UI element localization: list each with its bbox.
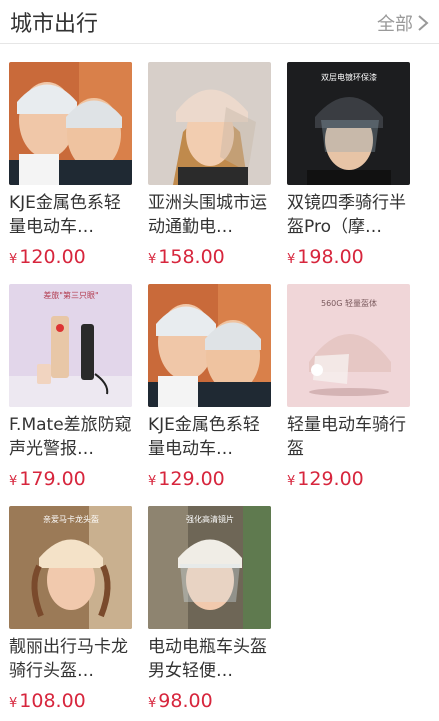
product-card[interactable]: 560G 轻量盔体 轻量电动车骑行盔 ¥129.00 bbox=[287, 284, 410, 506]
product-title[interactable]: 轻量电动车骑行盔 bbox=[287, 413, 410, 461]
page: 城市出行 全部 KJE金属色系轻量电动车… ¥ 120.00 亚洲头围城市运动通… bbox=[0, 0, 439, 721]
section-title: 城市出行 bbox=[10, 12, 99, 37]
price-value: 158.00 bbox=[158, 246, 225, 268]
product-title[interactable]: KJE金属色系轻量电动车… bbox=[9, 191, 132, 239]
currency-symbol: ¥ bbox=[9, 696, 18, 711]
currency-symbol: ¥ bbox=[148, 252, 157, 267]
product-card[interactable]: 差旅"第三只眼" F.Mate差旅防窥声光警报… ¥179.00 bbox=[9, 284, 132, 506]
image-caption: 差旅"第三只眼" bbox=[43, 290, 98, 300]
image-caption: 双层电镀环保漆 bbox=[321, 72, 377, 82]
product-price: ¥198.00 bbox=[287, 246, 410, 271]
product-price: ¥158.00 bbox=[148, 246, 271, 271]
product-price: ¥120.00 bbox=[9, 246, 132, 271]
product-card[interactable]: 强化高清镜片 电动电瓶车头盔男女轻便… ¥98.00 bbox=[148, 506, 271, 721]
price-value: 108.00 bbox=[19, 690, 86, 712]
product-card[interactable]: KJE金属色系轻量电动车… ¥129.00 bbox=[148, 284, 271, 506]
product-title[interactable]: KJE金属色系轻量电动车… bbox=[148, 413, 271, 461]
currency-symbol: ¥ bbox=[148, 696, 157, 711]
price-value: 98.00 bbox=[158, 690, 213, 712]
product-image-helmet-woman-macaron[interactable]: 亲爱马卡龙头盔 bbox=[9, 506, 132, 629]
product-image-helmet-pink[interactable]: 560G 轻量盔体 bbox=[287, 284, 410, 407]
currency-symbol: ¥ bbox=[287, 474, 296, 489]
product-card[interactable]: 亲爱马卡龙头盔 靓丽出行马卡龙骑行头盔… ¥108.00 bbox=[9, 506, 132, 721]
product-card[interactable]: 双层电镀环保漆 双镜四季骑行半盔Pro（摩… ¥198.00 bbox=[287, 62, 410, 284]
product-title[interactable]: 双镜四季骑行半盔Pro（摩… bbox=[287, 191, 410, 239]
price-value: 129.00 bbox=[158, 468, 225, 490]
product-price: ¥108.00 bbox=[9, 690, 132, 715]
image-caption: 强化高清镜片 bbox=[186, 514, 234, 524]
product-title[interactable]: 靓丽出行马卡龙骑行头盔… bbox=[9, 635, 132, 683]
product-price: ¥129.00 bbox=[148, 468, 271, 493]
product-image-helmet-woman-visor[interactable] bbox=[148, 62, 271, 185]
currency-symbol: ¥ bbox=[287, 252, 296, 267]
product-image-travel-alarm-device[interactable]: 差旅"第三只眼" bbox=[9, 284, 132, 407]
product-title[interactable]: F.Mate差旅防窥声光警报… bbox=[9, 413, 132, 461]
product-card[interactable]: 亚洲头围城市运动通勤电… ¥158.00 bbox=[148, 62, 271, 284]
currency-symbol: ¥ bbox=[9, 252, 18, 267]
price-value: 198.00 bbox=[297, 246, 364, 268]
product-image-helmet-man-dual-visor[interactable]: 双层电镀环保漆 bbox=[287, 62, 410, 185]
chevron-right-icon bbox=[418, 15, 429, 31]
product-title[interactable]: 电动电瓶车头盔男女轻便… bbox=[148, 635, 271, 683]
product-card[interactable]: KJE金属色系轻量电动车… ¥120.00 bbox=[9, 62, 132, 284]
product-image-helmet-couple[interactable] bbox=[9, 62, 132, 185]
product-image-helmet-woman-clear-visor[interactable]: 强化高清镜片 bbox=[148, 506, 271, 629]
product-price: ¥98.00 bbox=[148, 690, 271, 715]
image-caption: 亲爱马卡龙头盔 bbox=[43, 514, 99, 524]
image-caption: 560G 轻量盔体 bbox=[321, 298, 377, 308]
view-all-label: 全部 bbox=[377, 14, 413, 35]
view-all-link[interactable]: 全部 bbox=[377, 10, 429, 36]
product-title[interactable]: 亚洲头围城市运动通勤电… bbox=[148, 191, 271, 239]
product-price: ¥179.00 bbox=[9, 468, 132, 493]
price-value: 120.00 bbox=[19, 246, 86, 268]
currency-symbol: ¥ bbox=[148, 474, 157, 489]
product-grid: KJE金属色系轻量电动车… ¥120.00 亚洲头围城市运动通勤电… ¥158.… bbox=[9, 62, 410, 721]
price-value: 129.00 bbox=[297, 468, 364, 490]
currency-symbol: ¥ bbox=[9, 474, 18, 489]
product-price: ¥129.00 bbox=[287, 468, 410, 493]
section-header: 城市出行 全部 bbox=[0, 0, 439, 44]
price-value: 179.00 bbox=[19, 468, 86, 490]
product-image-helmet-couple[interactable] bbox=[148, 284, 271, 407]
